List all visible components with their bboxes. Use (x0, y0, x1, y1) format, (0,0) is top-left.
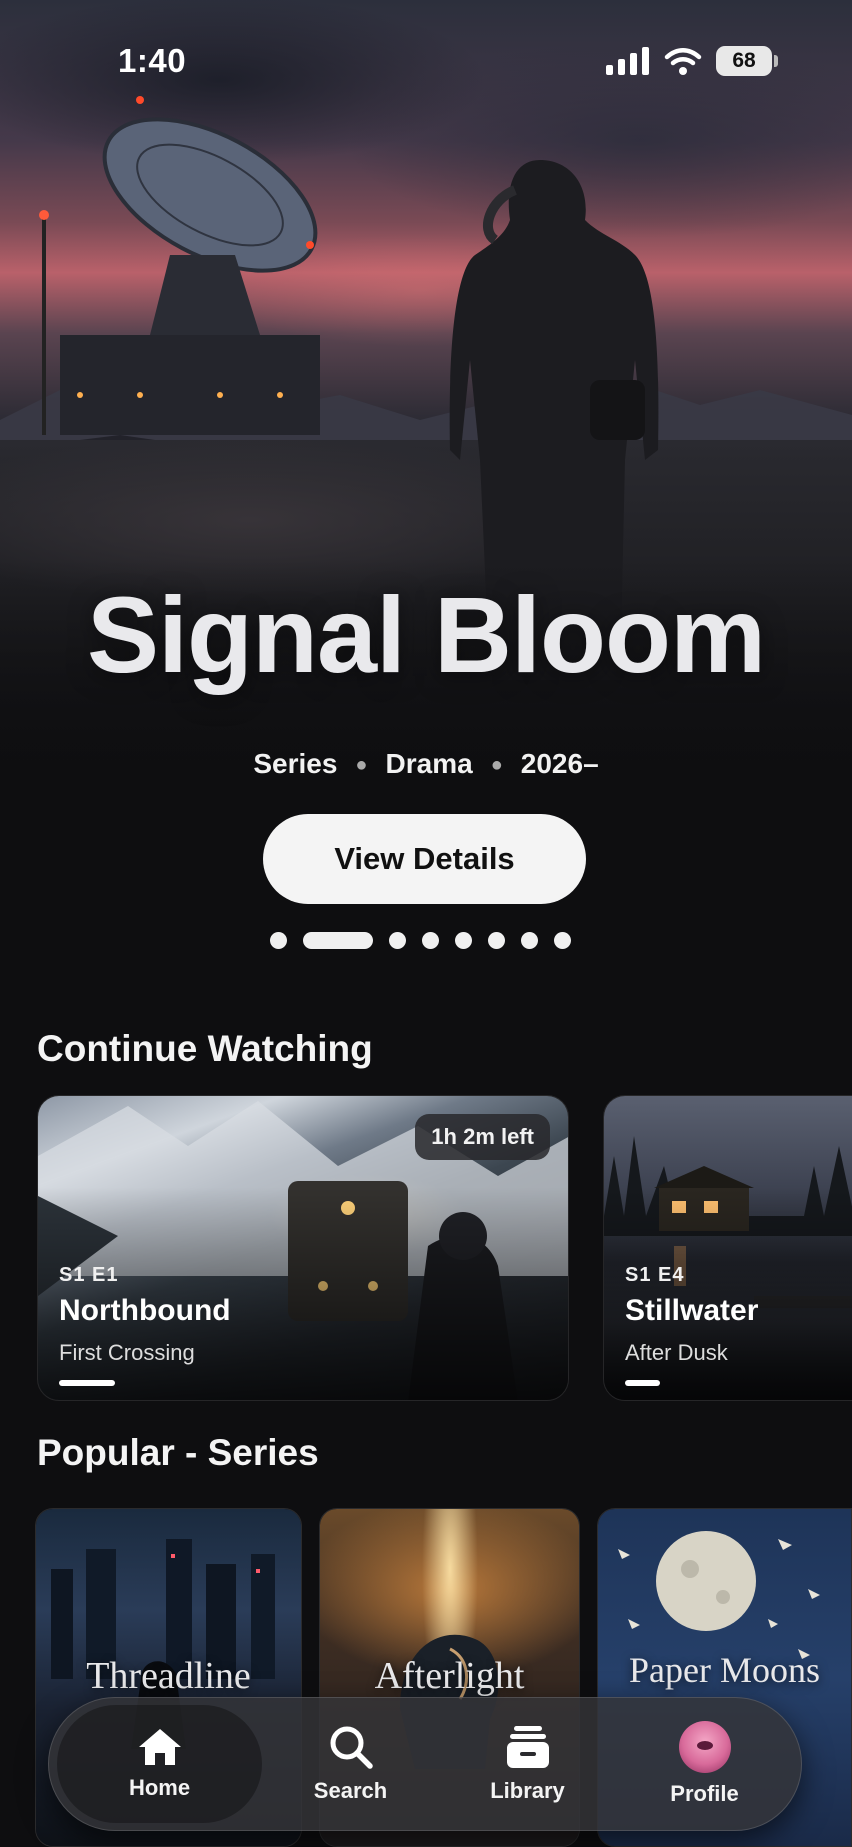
continue-watching-card[interactable]: S1 E4 Stillwater After Dusk (603, 1095, 852, 1401)
status-time: 1:40 (118, 42, 187, 79)
pager-dot-active[interactable] (303, 931, 373, 949)
wifi-icon (664, 48, 702, 75)
status-icons: 68 (606, 46, 778, 76)
episode-title: Northbound (59, 1294, 231, 1327)
search-icon (330, 1726, 373, 1769)
series-title: Paper Moons (629, 1650, 820, 1690)
status-bar: 1:40 68 (0, 0, 852, 120)
continue-watching-card[interactable]: 1h 2m left S1 E1 Northbound First Crossi… (37, 1095, 569, 1401)
tab-search[interactable]: Search (262, 1705, 439, 1823)
pager-dot[interactable] (554, 931, 571, 949)
episode-label: S1 E4 (625, 1264, 685, 1286)
hero-meta-genre: Drama (385, 748, 473, 779)
tab-home[interactable]: Home (57, 1705, 262, 1823)
pager-dot[interactable] (455, 931, 472, 949)
pager-dot[interactable] (422, 931, 439, 949)
separator-dot: ● (490, 754, 503, 777)
hero-meta: Series ● Drama ● 2026– (0, 748, 852, 780)
hero-title: Signal Bloom (86, 574, 766, 695)
tab-profile[interactable]: Profile (616, 1705, 793, 1823)
tab-label: Profile (670, 1781, 739, 1806)
episode-title: Stillwater (625, 1294, 759, 1327)
episode-label: S1 E1 (59, 1264, 119, 1286)
battery-icon: 68 (716, 46, 778, 76)
pager-dot[interactable] (488, 931, 505, 949)
continue-watching-title: Continue Watching (37, 1028, 373, 1069)
tab-label: Library (490, 1778, 565, 1803)
tab-library[interactable]: Library (439, 1705, 616, 1823)
separator-dot: ● (355, 754, 368, 777)
pager-dot[interactable] (521, 931, 538, 949)
pager-dot[interactable] (389, 931, 406, 949)
library-icon (506, 1726, 549, 1768)
episode-subtitle: First Crossing (59, 1340, 195, 1365)
watch-progress-bar (625, 1380, 660, 1386)
episode-subtitle: After Dusk (625, 1340, 728, 1365)
series-title: Afterlight (374, 1655, 525, 1697)
pager-dot[interactable] (270, 931, 287, 949)
tab-label: Search (313, 1778, 388, 1803)
view-details-button[interactable]: View Details (263, 814, 586, 904)
tab-label: Home (128, 1775, 191, 1800)
tab-bar: Home Search Library Profile (48, 1697, 802, 1831)
satellite-dish-image (39, 96, 320, 435)
cellular-signal-icon (606, 47, 649, 75)
home-icon (138, 1729, 181, 1765)
carousel-pager[interactable] (270, 930, 571, 950)
series-title: Threadline (86, 1655, 251, 1697)
hero-meta-type: Series (253, 748, 338, 779)
hero-meta-year: 2026– (520, 748, 599, 779)
avatar (678, 1721, 731, 1773)
time-left-badge: 1h 2m left (415, 1114, 550, 1160)
popular-series-title: Popular - Series (37, 1432, 319, 1473)
watch-progress-bar (59, 1380, 115, 1386)
